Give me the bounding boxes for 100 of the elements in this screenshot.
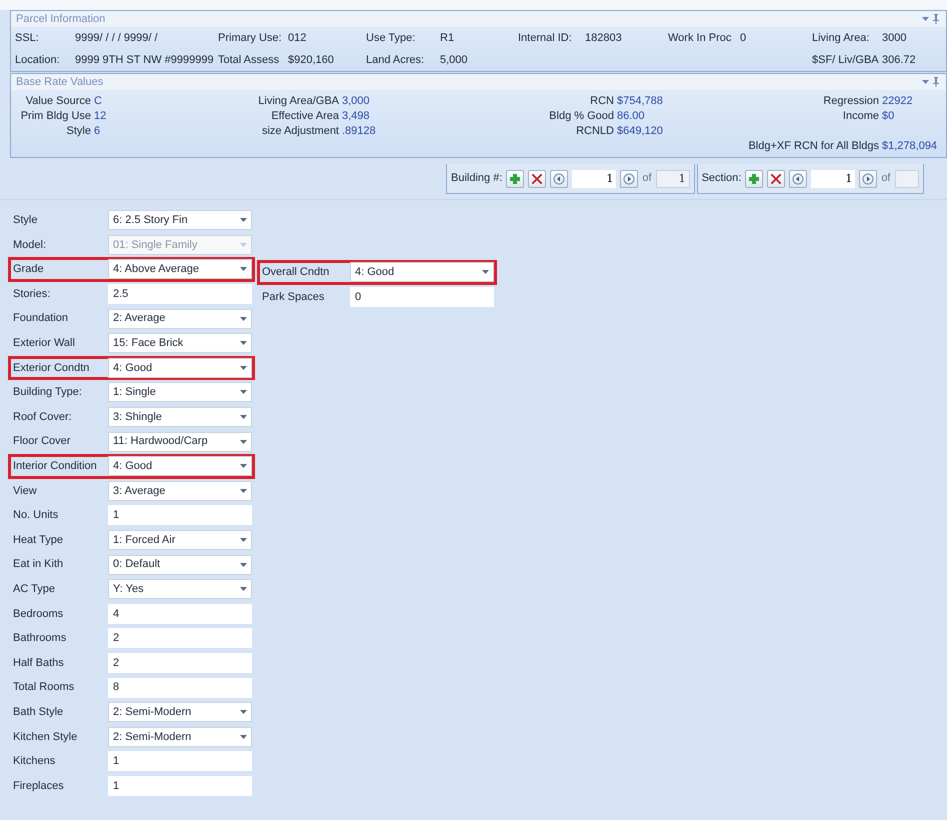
- field-value: R1: [440, 30, 456, 46]
- next-button[interactable]: [859, 170, 878, 188]
- dropdown[interactable]: 4: Good: [108, 456, 252, 476]
- navigator-label: Building #:: [451, 171, 502, 186]
- field-label: RCNLD: [575, 124, 614, 137]
- dropdown-icon: [922, 16, 929, 22]
- field-label: Income: [842, 109, 879, 122]
- field-label: Style: [66, 124, 91, 137]
- pin-icon: [932, 14, 940, 24]
- delete-button[interactable]: [767, 170, 786, 188]
- field-value: 12: [93, 109, 108, 122]
- dropdown[interactable]: 2: Semi-Modern: [108, 702, 252, 722]
- caret-icon: [240, 366, 247, 370]
- field-label: Foundation: [13, 311, 70, 326]
- dropdown[interactable]: 11: Hardwood/Carp: [108, 432, 252, 452]
- caret-icon: [240, 242, 247, 247]
- field-label: Interior Condition: [13, 458, 98, 474]
- field-label: Park Spaces: [262, 290, 326, 305]
- dropdown[interactable]: 4: Good: [350, 262, 494, 282]
- dropdown[interactable]: 0: Default: [108, 554, 252, 575]
- dropdown[interactable]: 1: Single: [108, 382, 252, 402]
- input-field[interactable]: 1: [108, 505, 252, 526]
- previous-icon: [553, 172, 566, 184]
- add-icon: [509, 172, 522, 184]
- delete-button[interactable]: [528, 170, 546, 188]
- field-value: 22922: [881, 94, 914, 107]
- field-label: Exterior Condtn: [13, 360, 90, 376]
- field-value: .89128: [341, 124, 377, 137]
- dropdown[interactable]: 15: Face Brick: [108, 333, 252, 354]
- next-button[interactable]: [620, 170, 638, 188]
- of-label: of: [881, 171, 890, 186]
- caret-icon: [240, 734, 247, 739]
- field-label: SSL:: [15, 30, 40, 46]
- panel-title: Parcel Information: [16, 12, 106, 27]
- current-number-field[interactable]: 1: [811, 170, 856, 188]
- caret-icon: [240, 587, 247, 592]
- caret-icon: [482, 270, 489, 274]
- input-field[interactable]: 0: [350, 287, 494, 308]
- field-value: $1,278,094: [881, 139, 938, 152]
- field-label: Grade: [13, 262, 45, 278]
- add-icon: [748, 172, 760, 184]
- input-field[interactable]: 2: [108, 628, 252, 648]
- next-icon: [623, 172, 636, 184]
- dropdown[interactable]: 4: Above Average: [108, 259, 252, 280]
- field-label: Living Area/GBA: [257, 94, 339, 107]
- field-label: Style: [13, 213, 38, 228]
- input-field[interactable]: 2: [108, 652, 252, 673]
- pin-icon: [932, 77, 940, 87]
- input-field[interactable]: 8: [108, 678, 252, 698]
- field-label: Bldg % Good: [548, 109, 614, 122]
- field-value: 012: [288, 30, 308, 46]
- field-value: $754,788: [616, 94, 664, 107]
- field-label: Location:: [15, 52, 61, 68]
- field-label: Fireplaces: [13, 778, 65, 794]
- field-label: Work In Proc: [668, 30, 732, 46]
- field-label: $SF/ Liv/GBA: [812, 52, 880, 68]
- field-value: $0: [881, 109, 896, 122]
- dropdown[interactable]: 2: Semi-Modern: [108, 726, 252, 747]
- dropdown[interactable]: 4: Good: [108, 358, 252, 378]
- caret-icon: [240, 267, 247, 272]
- field-label: Prim Bldg Use: [20, 109, 91, 122]
- caret-icon: [240, 440, 247, 444]
- field-value: 9999 9TH ST NW #9999999: [75, 52, 215, 68]
- field-value: 3,000: [341, 94, 371, 107]
- field-label: Effective Area: [270, 109, 339, 122]
- field-label: AC Type: [13, 582, 56, 597]
- caret-icon: [240, 218, 247, 222]
- input-field[interactable]: 1: [108, 776, 252, 796]
- caret-icon: [240, 390, 247, 394]
- field-label: RCN: [589, 94, 614, 107]
- input-field[interactable]: 2.5: [108, 284, 252, 304]
- field-value: 9999/ / / / 9999/ /: [75, 30, 159, 46]
- previous-button[interactable]: [789, 170, 808, 188]
- dropdown[interactable]: 2: Average: [108, 308, 252, 329]
- field-label: Kitchens: [13, 754, 56, 770]
- field-label: No. Units: [13, 508, 60, 524]
- field-label: Floor Cover: [13, 434, 72, 450]
- input-field[interactable]: 1: [108, 751, 252, 772]
- previous-button[interactable]: [550, 170, 568, 188]
- next-icon: [862, 172, 874, 184]
- total-count: 1: [656, 170, 690, 188]
- current-number-field[interactable]: 1: [572, 170, 616, 188]
- panel-title: Base Rate Values: [16, 74, 104, 90]
- dropdown[interactable]: 3: Shingle: [108, 407, 252, 428]
- of-label: of: [642, 171, 652, 186]
- dropdown[interactable]: 1: Forced Air: [108, 530, 252, 550]
- field-label: Use Type:: [366, 30, 416, 46]
- field-label: Regression: [822, 94, 879, 107]
- caret-icon: [240, 464, 247, 468]
- dropdown[interactable]: 6: 2.5 Story Fin: [108, 210, 252, 230]
- dropdown[interactable]: Y: Yes: [108, 579, 252, 600]
- dropdown[interactable]: 3: Average: [108, 480, 252, 501]
- field-label: Total Rooms: [13, 680, 76, 696]
- field-label: Heat Type: [13, 532, 64, 548]
- field-value: 3,498: [341, 109, 371, 122]
- field-value: 6: [93, 124, 102, 137]
- input-field[interactable]: 4: [108, 604, 252, 624]
- field-value: 5,000: [440, 52, 469, 68]
- field-label: Bathrooms: [13, 631, 68, 646]
- navigator-label: Section:: [702, 171, 742, 186]
